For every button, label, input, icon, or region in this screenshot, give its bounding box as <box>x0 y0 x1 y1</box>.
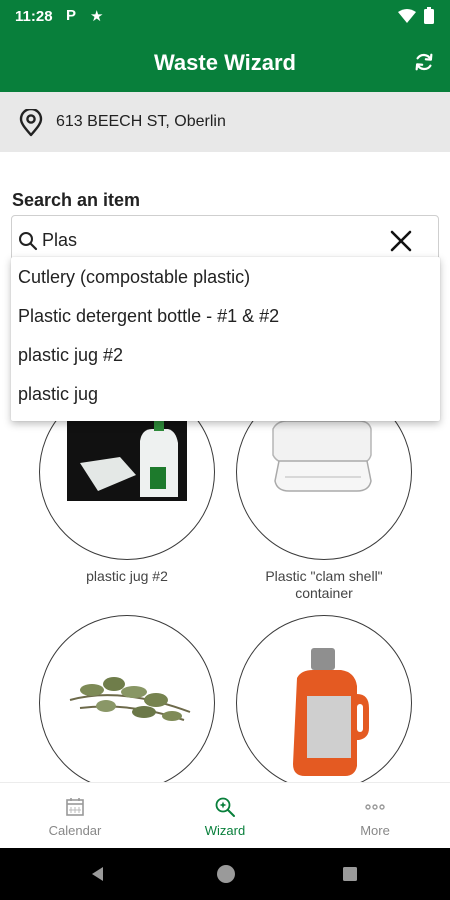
item-tile-yard-waste[interactable] <box>39 615 215 791</box>
app-bar: Waste Wizard <box>0 34 450 92</box>
system-navigation-bar <box>0 848 450 900</box>
star-icon: ★ <box>90 8 104 25</box>
item-label: Plastic "clam shell" container <box>265 568 383 601</box>
nav-wizard[interactable]: Wizard <box>150 783 300 849</box>
search-input[interactable] <box>42 228 372 252</box>
status-time: 11:28 <box>15 8 53 25</box>
more-dots-icon <box>365 804 385 810</box>
location-bar[interactable]: 613 BEECH ST, Oberlin <box>0 92 450 152</box>
suggestion-item[interactable]: plastic jug <box>18 384 98 405</box>
suggestion-item[interactable]: Cutlery (compostable plastic) <box>18 267 250 288</box>
app-title: Waste Wizard <box>153 50 296 75</box>
wifi-icon <box>398 9 416 23</box>
back-icon[interactable] <box>89 865 107 883</box>
nav-label: More <box>360 823 390 838</box>
recents-icon[interactable] <box>341 865 359 883</box>
bottom-navigation: Calendar Wizard More <box>0 782 450 848</box>
clear-search-icon[interactable] <box>388 228 414 254</box>
nav-calendar[interactable]: Calendar <box>0 783 150 849</box>
yard-waste-branches-photo <box>69 677 191 721</box>
nav-more[interactable]: More <box>300 783 450 849</box>
search-icon <box>19 232 38 251</box>
item-tile-detergent-bottle[interactable] <box>236 615 412 791</box>
suggestions-dropdown: Cutlery (compostable plastic) Plastic de… <box>11 257 440 421</box>
refresh-icon <box>415 53 433 71</box>
refresh-button[interactable] <box>408 46 440 78</box>
detergent-bottle-photo <box>293 648 369 776</box>
nav-label: Calendar <box>48 823 102 838</box>
battery-icon <box>424 7 434 24</box>
wizard-search-icon <box>215 797 235 817</box>
location-address: 613 BEECH ST, Oberlin <box>56 113 226 130</box>
search-label: Search an item <box>12 190 141 210</box>
suggestion-item[interactable]: plastic jug #2 <box>18 345 123 366</box>
status-bar: 11:28 P ★ <box>0 0 450 34</box>
suggestion-item[interactable]: Plastic detergent bottle - #1 & #2 <box>18 306 279 327</box>
map-pin-icon <box>19 109 43 137</box>
nav-label: Wizard <box>204 823 246 838</box>
item-label: plastic jug #2 <box>86 568 168 584</box>
home-icon[interactable] <box>215 863 237 885</box>
calendar-icon <box>66 798 84 816</box>
parking-icon: P <box>66 7 77 24</box>
